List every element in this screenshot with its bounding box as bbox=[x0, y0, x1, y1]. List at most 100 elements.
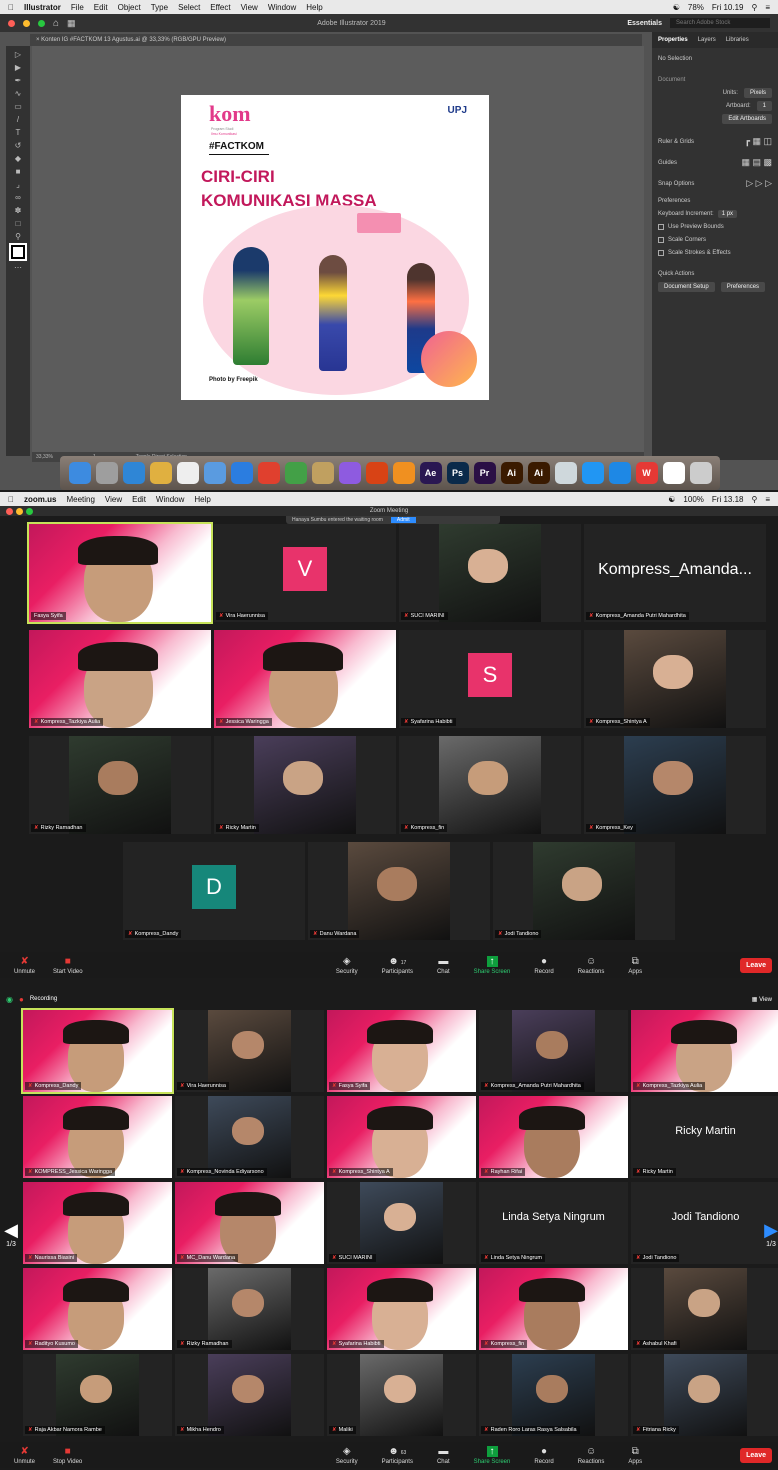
tab-properties[interactable]: Properties bbox=[658, 37, 688, 43]
video-button[interactable]: ■ Stop Video bbox=[53, 1446, 82, 1465]
participant-tile[interactable]: ✘ Ricky Martin bbox=[214, 736, 396, 834]
participant-tile[interactable]: ✘ Rizky Ramadhan bbox=[175, 1268, 324, 1350]
units-select[interactable]: Pixels bbox=[743, 87, 772, 98]
participant-tile[interactable]: ✘ Kompress_Novinda Ediyarsono bbox=[175, 1096, 324, 1178]
dock-app-icon[interactable]: Ps bbox=[446, 462, 469, 484]
participant-tile[interactable]: ✘ Naurissa Biasini bbox=[23, 1182, 172, 1264]
menu-window[interactable]: Window bbox=[268, 3, 296, 12]
ruler-grid-icons[interactable]: ┏ ▦ ◫ bbox=[745, 136, 772, 147]
participant-tile[interactable]: ✘ Raja Akbar Namora Rambe bbox=[23, 1354, 172, 1436]
participant-tile[interactable]: ✘ KOMPRESS_Jessica Waringga bbox=[23, 1096, 172, 1178]
participant-tile[interactable]: ✘ Radityo Kusumo bbox=[23, 1268, 172, 1350]
battery-percent[interactable]: 78% bbox=[688, 3, 704, 12]
dock-app-icon[interactable] bbox=[554, 462, 577, 484]
clock[interactable]: Fri 13.18 bbox=[712, 495, 744, 504]
zoom-tool-icon[interactable]: ⚲ bbox=[15, 232, 21, 241]
search-icon[interactable]: ⚲ bbox=[751, 495, 757, 504]
dock-app-icon[interactable] bbox=[608, 462, 631, 484]
blend-tool-icon[interactable]: ∞ bbox=[15, 193, 21, 202]
participant-tile[interactable]: ✘ Kompress_fin bbox=[399, 736, 581, 834]
menu-select[interactable]: Select bbox=[178, 3, 200, 12]
checkbox-scale-corners[interactable] bbox=[658, 236, 664, 243]
menu-edit[interactable]: Edit bbox=[94, 3, 108, 12]
participant-tile[interactable]: ✘ Kompress_fin bbox=[479, 1268, 628, 1350]
participant-tile[interactable]: ✘ Rizky Ramadhan bbox=[29, 736, 211, 834]
menu-effect[interactable]: Effect bbox=[210, 3, 230, 12]
eyedropper-tool-icon[interactable]: ⌟ bbox=[16, 180, 20, 189]
participant-tile[interactable]: ✘ Kompress_Shintya A bbox=[584, 630, 766, 728]
participant-tile[interactable]: ✘ Kompress_Tazkiya Aulia bbox=[29, 630, 211, 728]
apps-button[interactable]: ⧉ Apps bbox=[628, 956, 642, 975]
participant-tile[interactable]: Kompress_Amanda... ✘ Kompress_Amanda Putri… bbox=[584, 524, 766, 622]
dock-app-icon[interactable] bbox=[203, 462, 226, 484]
artboard-tool-icon[interactable]: □ bbox=[16, 219, 21, 228]
participant-tile[interactable]: ✘ Syafarina Habibti bbox=[327, 1268, 476, 1350]
home-icon[interactable]: ⌂ bbox=[53, 18, 59, 29]
rotate-tool-icon[interactable]: ↺ bbox=[15, 141, 22, 150]
record-button[interactable]: ● Record bbox=[534, 1446, 553, 1465]
share-button[interactable]: ↑ Share Screen bbox=[474, 955, 510, 975]
close-window-button[interactable] bbox=[8, 19, 15, 27]
snap-icons[interactable]: ▷ ▷ ▷ bbox=[746, 178, 772, 189]
workspace-switcher[interactable]: Essentials bbox=[627, 20, 662, 27]
participant-tile[interactable]: V ✘ Vira Haerunnisa bbox=[214, 524, 396, 622]
close-window-button[interactable] bbox=[6, 508, 13, 515]
next-page-button[interactable]: ▶ 1/3 bbox=[764, 1220, 778, 1256]
clock[interactable]: Fri 10.19 bbox=[712, 3, 744, 12]
menu-meeting[interactable]: Meeting bbox=[66, 495, 94, 504]
fill-stroke-icon[interactable] bbox=[9, 243, 27, 261]
participant-tile[interactable]: ✘ Danu Wardana bbox=[308, 842, 490, 940]
menu-edit[interactable]: Edit bbox=[132, 495, 146, 504]
admit-button[interactable]: Admit bbox=[390, 517, 416, 523]
minimize-window-button[interactable] bbox=[16, 508, 23, 515]
tab-layers[interactable]: Layers bbox=[698, 37, 716, 43]
shield-icon[interactable]: ◉ bbox=[6, 995, 13, 1004]
edit-artboards-button[interactable]: Edit Artboards bbox=[722, 113, 772, 124]
participant-tile[interactable]: Linda Setya Ningrum ✘ Linda Setya Ningrum bbox=[479, 1182, 628, 1264]
wifi-icon[interactable]: ☯ bbox=[668, 495, 675, 504]
dock-app-icon[interactable] bbox=[581, 462, 604, 484]
record-button[interactable]: ● Record bbox=[534, 956, 553, 975]
menu-view[interactable]: View bbox=[241, 3, 258, 12]
leave-button[interactable]: Leave bbox=[740, 1447, 772, 1463]
participant-tile[interactable]: ✘ Jodi Tandiono bbox=[493, 842, 675, 940]
wifi-icon[interactable]: ☯ bbox=[673, 3, 680, 12]
tab-libraries[interactable]: Libraries bbox=[726, 37, 749, 43]
rectangle-tool-icon[interactable]: ▭ bbox=[14, 102, 22, 111]
participant-tile[interactable]: ✘ SUCI MARINI bbox=[399, 524, 581, 622]
dock-app-icon[interactable]: Pr bbox=[473, 462, 496, 484]
participant-tile[interactable]: ✘ Rayhan Rifai bbox=[479, 1096, 628, 1178]
participant-tile[interactable]: ✘ Kompress_Amanda Putri Mahardhita bbox=[479, 1010, 628, 1092]
dock-app-icon[interactable] bbox=[149, 462, 172, 484]
participant-tile[interactable]: ✘ Vira Haerunnisa bbox=[175, 1010, 324, 1092]
leave-button[interactable]: Leave bbox=[740, 957, 772, 973]
participant-tile[interactable]: ✘ Maliki bbox=[327, 1354, 476, 1436]
reactions-button[interactable]: ☺ Reactions bbox=[578, 956, 605, 975]
security-button[interactable]: ◈ Security bbox=[336, 956, 358, 975]
participants-button[interactable]: ☻ 63 Participants bbox=[382, 1446, 413, 1465]
menu-window[interactable]: Window bbox=[156, 495, 184, 504]
checkbox-preview-bounds[interactable] bbox=[658, 223, 664, 230]
participant-tile[interactable]: ✘ Kompress_Key bbox=[584, 736, 766, 834]
document-setup-button[interactable]: Document Setup bbox=[658, 281, 715, 292]
dock-app-icon[interactable] bbox=[284, 462, 307, 484]
maximize-window-button[interactable] bbox=[26, 508, 33, 515]
menu-object[interactable]: Object bbox=[118, 3, 141, 12]
dock-app-icon[interactable]: Ai bbox=[500, 462, 523, 484]
arrange-documents-icon[interactable]: ▦ bbox=[67, 18, 76, 29]
gradient-tool-icon[interactable]: ■ bbox=[16, 167, 21, 176]
eraser-tool-icon[interactable]: ◆ bbox=[15, 154, 21, 163]
dock-app-icon[interactable] bbox=[122, 462, 145, 484]
menu-view[interactable]: View bbox=[105, 495, 122, 504]
control-center-icon[interactable]: ≡ bbox=[765, 495, 770, 504]
apple-icon[interactable]:  bbox=[8, 3, 14, 12]
dock-app-icon[interactable] bbox=[68, 462, 91, 484]
apple-icon[interactable]:  bbox=[8, 495, 14, 504]
more-tools-icon[interactable]: ⋯ bbox=[14, 263, 22, 272]
participant-tile[interactable]: ✘ Raden Roro Laras Rasya Salsabila bbox=[479, 1354, 628, 1436]
search-icon[interactable]: ⚲ bbox=[751, 3, 757, 12]
participant-tile[interactable]: Ricky Martin ✘ Ricky Martin bbox=[631, 1096, 778, 1178]
artboard[interactable]: kom Program Studi Ilmu Komunikasi UPJ #F… bbox=[181, 95, 489, 400]
dock-app-icon[interactable]: W bbox=[635, 462, 658, 484]
stock-search-input[interactable]: Search Adobe Stock bbox=[670, 18, 770, 28]
